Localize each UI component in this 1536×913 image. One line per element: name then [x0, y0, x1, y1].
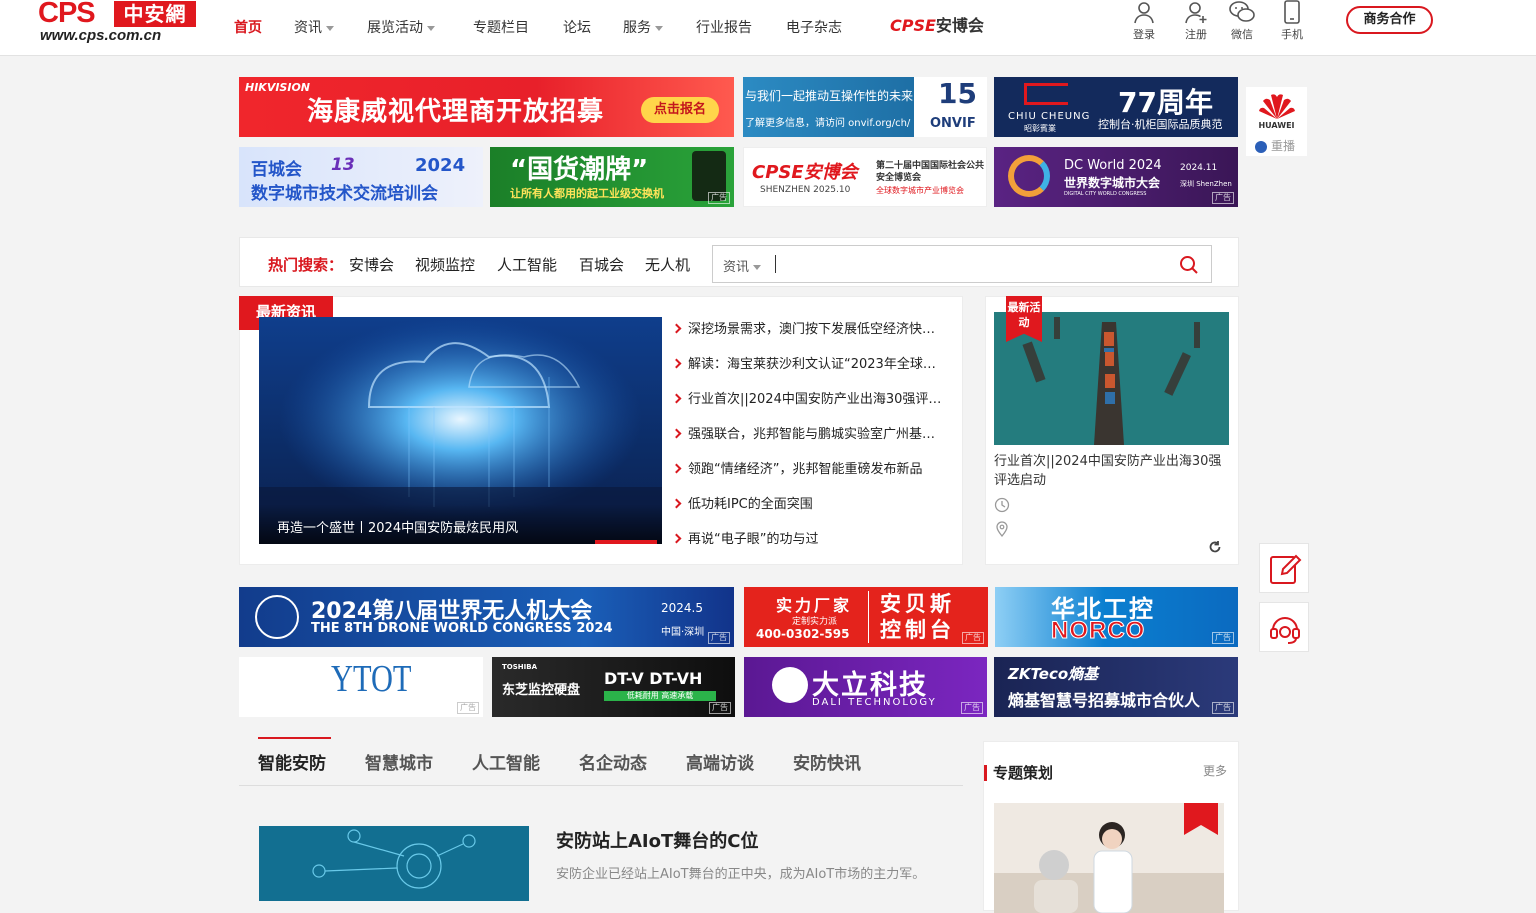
- user-add-icon: [1185, 2, 1207, 24]
- ad-norco[interactable]: 华北工控 NORCO 广告: [995, 587, 1238, 647]
- ad-hikvision[interactable]: HIKVISION 海康威视代理商开放招募 点击报名: [239, 77, 734, 137]
- news-item[interactable]: 低功耗IPC的全面突围: [673, 493, 945, 512]
- tab-ai[interactable]: 人工智能: [472, 749, 540, 774]
- nav-home[interactable]: 首页: [234, 17, 262, 37]
- business-cooperation-button[interactable]: 商务合作: [1346, 6, 1433, 34]
- nav-exhibitions[interactable]: 展览活动: [367, 17, 435, 37]
- huawei-logo-icon: [1259, 94, 1295, 119]
- nav-columns[interactable]: 专题栏目: [473, 17, 529, 37]
- site-logo[interactable]: CPS 中安網 www.cps.com.cn: [38, 0, 198, 46]
- chevron-right-icon: [673, 498, 682, 509]
- chevron-right-icon: [673, 463, 682, 474]
- phone-icon: [1284, 0, 1300, 24]
- search-input[interactable]: [779, 249, 1169, 279]
- article-title[interactable]: 安防站上AIoT舞台的C位: [556, 827, 758, 853]
- news-item[interactable]: 强强联合，兆邦智能与鹏城实验室广州基地合作: [673, 423, 945, 442]
- ad-guohuo[interactable]: “国货潮牌” 让所有人都用的起工业级交换机 广告: [490, 147, 734, 207]
- chiu-cheung-logo: [1024, 83, 1068, 105]
- news-item[interactable]: 领跑“情绪经济”，兆邦智能重磅发布新品: [673, 458, 945, 477]
- float-edit-button[interactable]: [1259, 543, 1309, 593]
- hot-search-term[interactable]: 无人机: [645, 254, 690, 275]
- chevron-right-icon: [673, 323, 682, 334]
- topic-more-link[interactable]: 更多: [1203, 762, 1227, 779]
- ad-cpse-2025[interactable]: CPSE安博会 SHENZHEN 2025.10 第二十届中国国际社会公共安全博…: [743, 147, 987, 207]
- wechat-link[interactable]: 微信: [1222, 0, 1262, 44]
- news-item[interactable]: 行业首次||2024中国安防产业出海30强评选启动: [673, 388, 945, 407]
- ad-anbeisi[interactable]: 实力厂家 定制实力派 400-0302-595 安贝斯控制台 广告: [744, 587, 988, 647]
- nav-news[interactable]: 资讯: [294, 17, 334, 37]
- logo-domain: www.cps.com.cn: [40, 27, 162, 44]
- refresh-icon[interactable]: [1208, 540, 1222, 554]
- tab-enterprise-news[interactable]: 名企动态: [579, 749, 647, 774]
- tab-smart-city[interactable]: 智慧城市: [365, 749, 433, 774]
- search-icon[interactable]: [1179, 255, 1199, 275]
- login-link[interactable]: 登录: [1124, 0, 1164, 44]
- tab-security-flash[interactable]: 安防快讯: [793, 749, 861, 774]
- register-link[interactable]: 注册: [1176, 0, 1216, 44]
- float-service-button[interactable]: [1259, 602, 1309, 652]
- topic-title: 专题策划: [993, 764, 1054, 782]
- chevron-down-icon: [326, 25, 334, 31]
- hot-search-term[interactable]: 百城会: [579, 254, 624, 275]
- site-header: CPS 中安網 www.cps.com.cn 首页 资讯 展览活动 专题栏目 论…: [0, 0, 1536, 56]
- clock-icon: [994, 497, 1010, 513]
- hot-search-term[interactable]: 人工智能: [497, 254, 557, 275]
- chevron-right-icon: [673, 358, 682, 369]
- chevron-down-icon: [655, 25, 663, 31]
- tab-interviews[interactable]: 高端访谈: [686, 749, 754, 774]
- user-icon: [1134, 2, 1154, 24]
- ad-dali[interactable]: 大立科技 DALI TECHNOLOGY 广告: [744, 657, 987, 717]
- article-image[interactable]: [259, 826, 529, 901]
- logo-cn: 中安網: [114, 1, 196, 27]
- elderly-care-image: [994, 803, 1224, 913]
- mobile-link[interactable]: 手机: [1272, 0, 1312, 44]
- edit-icon: [1270, 554, 1302, 584]
- chevron-right-icon: [673, 533, 682, 544]
- chevron-right-icon: [673, 393, 682, 404]
- event-title[interactable]: 行业首次||2024中国安防产业出海30强评选启动: [994, 452, 1230, 490]
- hot-search-term[interactable]: 安博会: [349, 254, 394, 275]
- topic-image[interactable]: [994, 803, 1224, 913]
- chevron-down-icon: [753, 265, 762, 270]
- wechat-icon: [1229, 1, 1255, 22]
- news-item[interactable]: 深挖场景需求，澳门按下发展低空经济快进键: [673, 318, 945, 337]
- cpse-link[interactable]: CPSE安博会: [890, 12, 984, 36]
- ad-baichenghui[interactable]: 百城会 13 2024 数字城市技术交流培训会: [239, 147, 483, 207]
- search-category-select[interactable]: 资讯: [723, 256, 762, 275]
- news-item[interactable]: 再说“电子眼”的功与过: [673, 528, 945, 547]
- uav-logo: [255, 595, 299, 639]
- chevron-right-icon: [673, 428, 682, 439]
- news-item[interactable]: 解读：海宝莱获沙利文认证“2023年全球……”: [673, 353, 945, 372]
- dc-world-logo: [1008, 155, 1050, 197]
- huawei-video-ad[interactable]: HUAWEI 重播: [1246, 87, 1307, 156]
- featured-news-image[interactable]: 再造一个盛世丨2024中国安防最炫民用风: [259, 317, 662, 544]
- nav-services[interactable]: 服务: [623, 17, 663, 37]
- article-desc: 安防企业已经站上AIoT舞台的正中央，成为AIoT市场的主力军。: [556, 867, 926, 882]
- ad-ytot[interactable]: YTOT 广告: [239, 657, 483, 717]
- replay-button[interactable]: 重播: [1255, 137, 1295, 154]
- ad-drone-congress[interactable]: 2024第八届世界无人机大会 THE 8TH DRONE WORLD CONGR…: [239, 587, 734, 647]
- search-box: 资讯: [712, 245, 1212, 283]
- ad-cta-button[interactable]: 点击报名: [641, 97, 719, 123]
- ad-zkteco[interactable]: ZKTeco熵基 熵基智慧号招募城市合伙人 广告: [994, 657, 1238, 717]
- chevron-down-icon: [427, 25, 435, 31]
- ad-onvif[interactable]: 与我们一起推动互操作性的未来 了解更多信息，请访问 onvif.org/ch/ …: [743, 77, 987, 137]
- nav-magazine[interactable]: 电子杂志: [786, 17, 842, 37]
- logo-en: CPS: [38, 0, 96, 29]
- search-section: 热门搜索： 安博会 视频监控 人工智能 百城会 无人机 资讯: [239, 237, 1239, 287]
- nav-reports[interactable]: 行业报告: [696, 17, 752, 37]
- aiot-image: [259, 826, 529, 901]
- play-icon: [1255, 140, 1267, 153]
- ad-toshiba[interactable]: TOSHIBA 东芝监控硬盘 DT-V DT-VH 低耗耐用 高速承载 广告: [492, 657, 735, 717]
- topic-card: 专题策划 更多: [983, 741, 1239, 913]
- dali-logo: [772, 667, 808, 703]
- ad-dc-world[interactable]: DC World 2024 世界数字城市大会 DIGITAL CITY WORL…: [994, 147, 1238, 207]
- location-icon: [996, 521, 1008, 537]
- headset-icon: [1270, 617, 1300, 644]
- ad-chiu-cheung[interactable]: CHIU CHEUNG 昭彰賓業 77周年 控制台·机柜国际品质典范: [994, 77, 1238, 137]
- hot-search-term[interactable]: 视频监控: [415, 254, 475, 275]
- tab-smart-security[interactable]: 智能安防: [258, 749, 326, 774]
- nav-forum[interactable]: 论坛: [563, 17, 591, 37]
